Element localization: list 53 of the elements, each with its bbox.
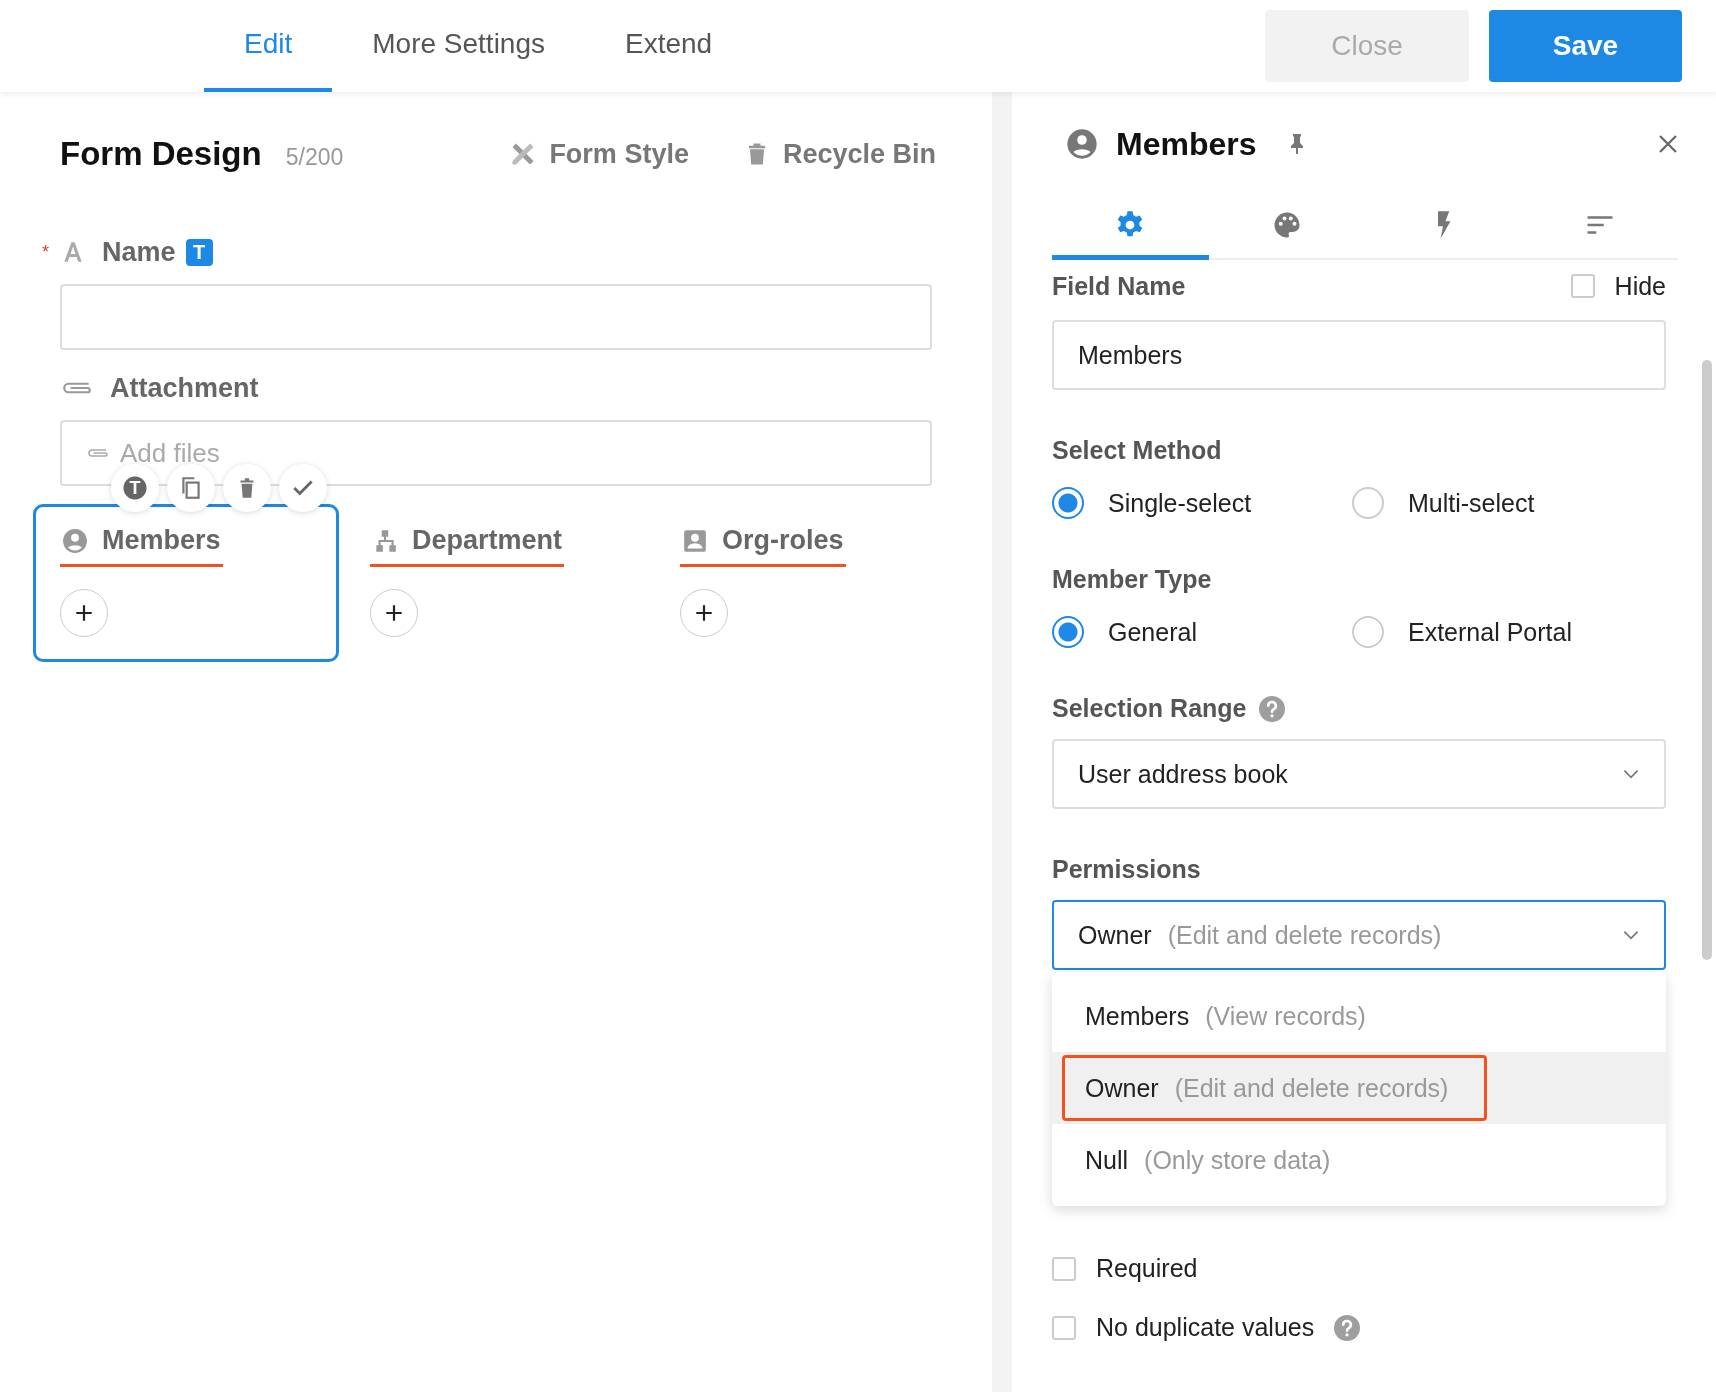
scrollbar[interactable] (1702, 360, 1712, 960)
checkbox[interactable] (1052, 1256, 1076, 1281)
input-field[interactable] (60, 284, 932, 350)
dropdown[interactable]: Owner (Edit and delete records) (1052, 900, 1666, 970)
tab[interactable]: More Settings (332, 0, 585, 92)
add-button[interactable] (370, 589, 418, 637)
tab[interactable]: Extend (585, 0, 753, 92)
plus-icon (73, 602, 95, 624)
radio-button[interactable] (1052, 616, 1084, 648)
recycle-bin-button[interactable]: Recycle Bin (742, 138, 936, 170)
field-count: 5/200 (285, 143, 344, 171)
member-field-card[interactable]: Department (343, 504, 649, 662)
plus-icon (383, 602, 405, 624)
field-label: Department (412, 525, 563, 556)
input-field[interactable]: Members (1052, 320, 1666, 390)
radio-button[interactable] (1352, 487, 1384, 519)
menu-item[interactable]: Null (Only store data) (1052, 1124, 1666, 1196)
option-label: Single-select (1108, 488, 1252, 518)
section-label: Select Method (1052, 436, 1222, 465)
field-label: Members (102, 525, 221, 556)
section-label: Field Name (1052, 271, 1186, 301)
checkbox[interactable] (1052, 1315, 1076, 1340)
checkbox[interactable] (1570, 274, 1595, 298)
field-label: Org-roles (722, 525, 844, 556)
add-button[interactable] (680, 589, 728, 637)
radio-button[interactable] (1352, 616, 1384, 648)
user-icon (62, 527, 88, 554)
menu-item[interactable]: Members (View records) (1052, 980, 1666, 1052)
member-field-card[interactable]: Org-roles (653, 504, 959, 662)
contact-card-icon (682, 527, 708, 554)
user-icon (1066, 128, 1098, 160)
required-mark: * (42, 241, 50, 263)
radio-button[interactable] (1052, 487, 1084, 519)
option-label: General (1108, 617, 1197, 647)
field-label: Attachment (110, 372, 259, 404)
checkbox-label: Hide (1614, 271, 1666, 301)
menu-item[interactable]: Owner (Edit and delete records) (1052, 1052, 1666, 1124)
field-label: Name (102, 236, 176, 268)
panel-title: Members (1116, 125, 1257, 163)
section-label: Member Type (1052, 565, 1212, 594)
option-label: External Portal (1408, 617, 1572, 647)
section-label: Permissions (1052, 855, 1201, 884)
section-label: Selection Range (1052, 694, 1247, 723)
checkbox-label: Required (1096, 1254, 1198, 1283)
save-button[interactable]: Save (1489, 10, 1682, 82)
dropdown[interactable]: User address book (1052, 739, 1666, 809)
text-badge: T (185, 238, 213, 266)
plus-icon (693, 602, 715, 624)
option-label: Multi-select (1408, 488, 1535, 518)
form-style-button[interactable]: Form Style (509, 138, 689, 170)
checkbox-label: No duplicate values (1096, 1313, 1315, 1342)
form-title: Form Design (60, 135, 262, 173)
add-button[interactable] (60, 589, 108, 637)
